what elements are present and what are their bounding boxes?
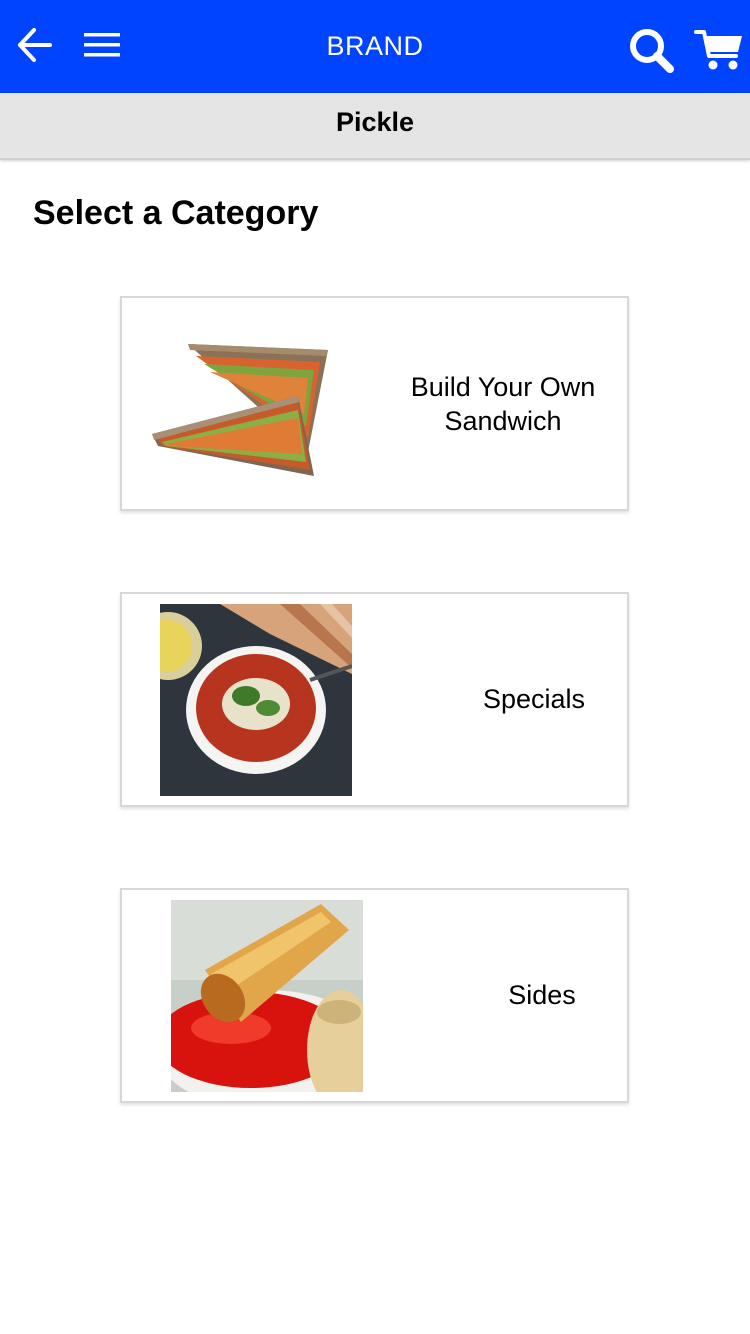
category-label: Specials	[482, 684, 586, 714]
back-button[interactable]	[14, 26, 54, 64]
menu-button[interactable]	[82, 30, 122, 60]
soup-bowl-photo	[160, 604, 352, 796]
arrow-left-icon	[18, 28, 52, 62]
hamburger-menu-icon	[84, 33, 120, 57]
page-heading: Select a Category	[33, 194, 319, 232]
sandwich-photo	[148, 334, 340, 480]
store-header: Pickle	[0, 93, 750, 160]
spring-roll-photo	[171, 900, 363, 1092]
cart-button[interactable]	[694, 28, 744, 72]
search-icon	[630, 29, 674, 73]
category-label: Build Your Own Sandwich	[410, 372, 596, 436]
category-card-sides[interactable]: Sides	[120, 888, 629, 1103]
category-card-specials[interactable]: Specials	[120, 592, 629, 807]
store-name: Pickle	[335, 107, 415, 137]
shopping-cart-icon	[694, 30, 742, 70]
category-card-build-your-own-sandwich[interactable]: Build Your Own Sandwich	[120, 296, 629, 511]
top-navigation-bar: BRAND	[0, 0, 750, 93]
category-label: Sides	[508, 980, 576, 1010]
search-button[interactable]	[626, 26, 678, 74]
